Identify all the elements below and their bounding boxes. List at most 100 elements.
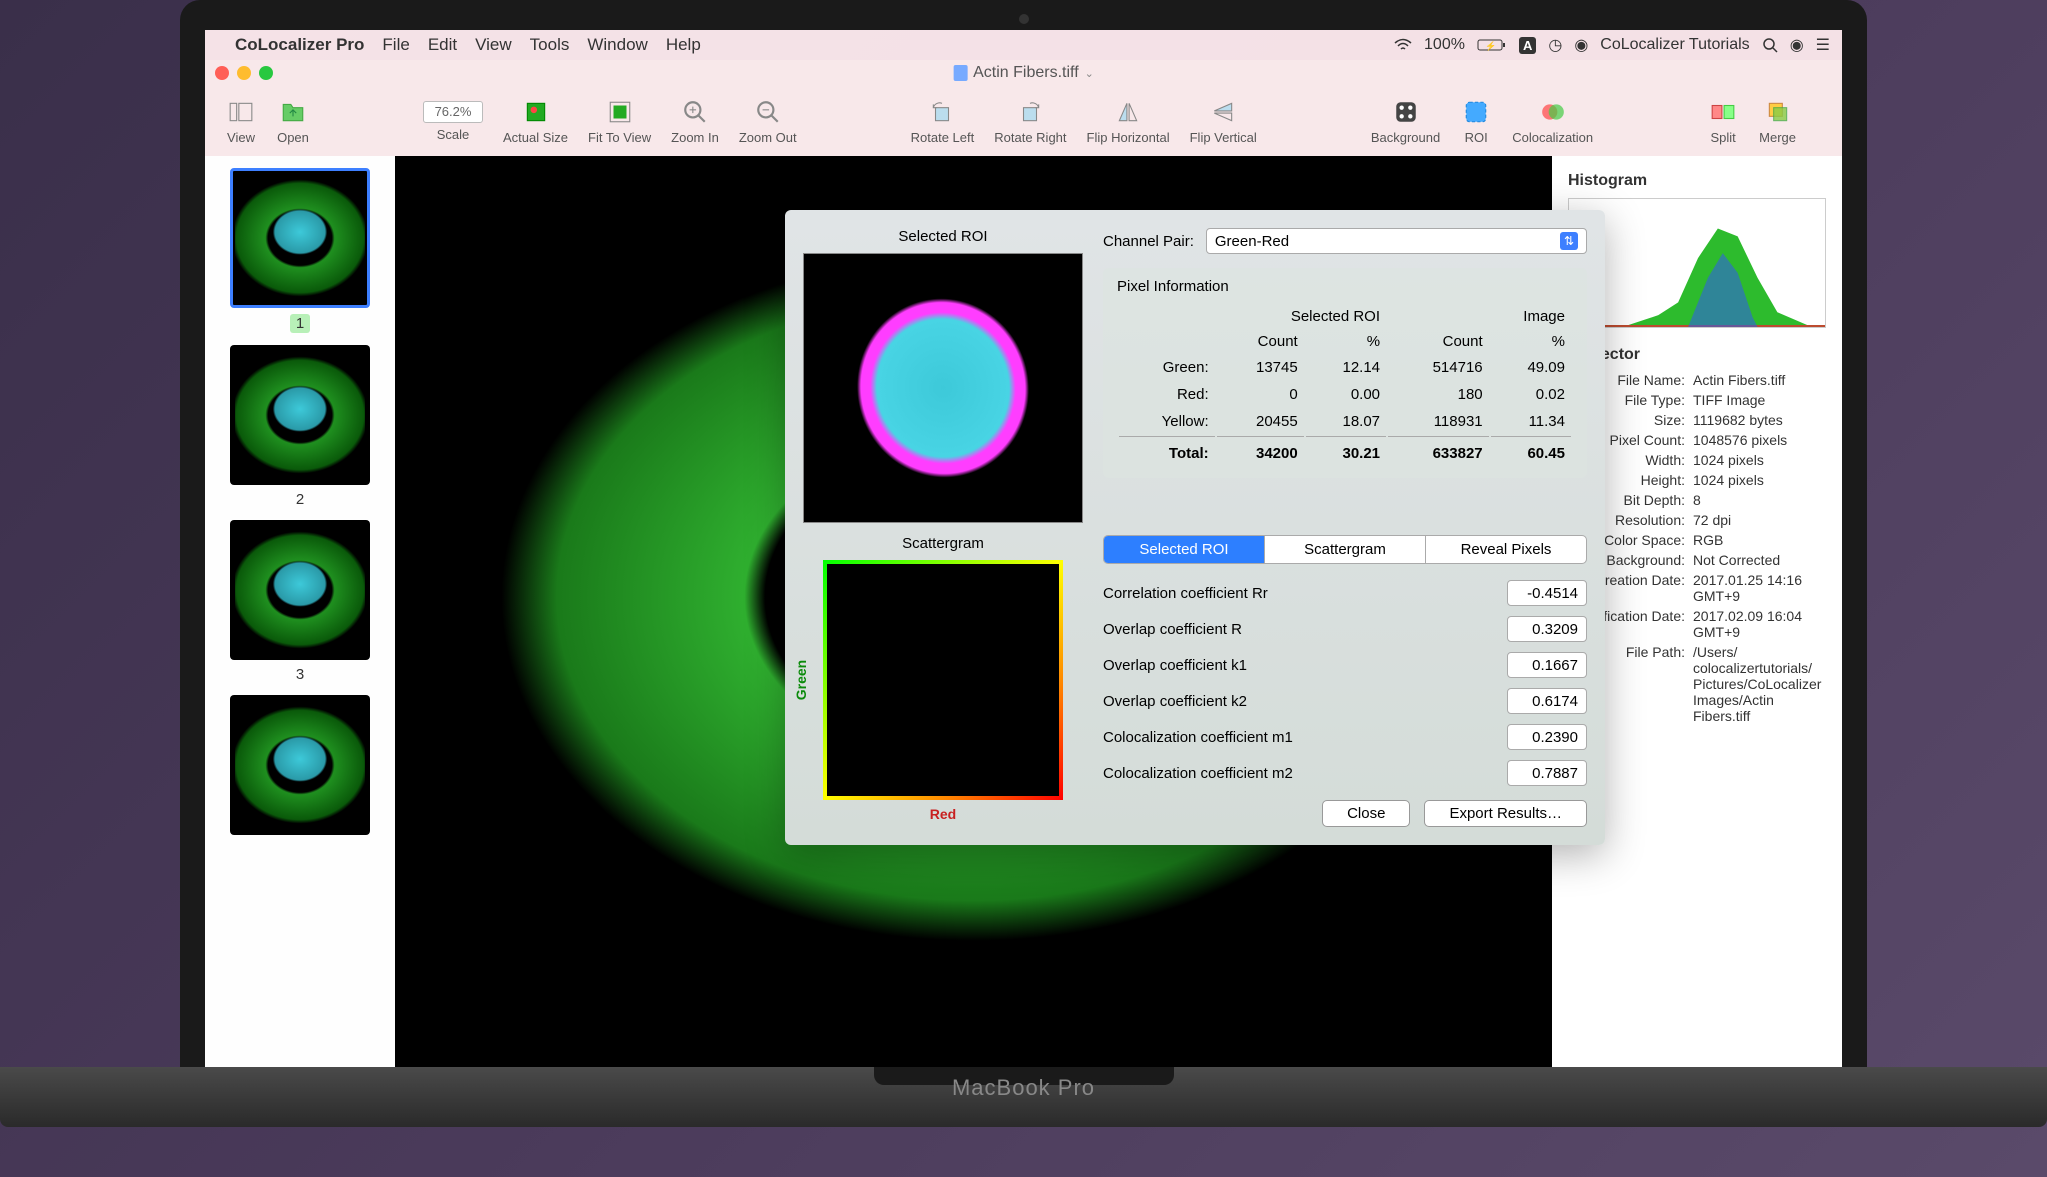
inspector-value: 1024 pixels [1693, 472, 1826, 488]
inspector-row: File Path:/Users/ colocalizertutorials/ … [1568, 644, 1826, 724]
inspector-row: Resolution:72 dpi [1568, 512, 1826, 528]
inspector-value: TIFF Image [1693, 392, 1826, 408]
pixel-row: Green:1374512.1451471649.09 [1119, 355, 1571, 380]
inspector-row: File Type:TIFF Image [1568, 392, 1826, 408]
pixel-information-box: Pixel Information Selected ROIImage Coun… [1103, 268, 1587, 478]
coefficient-row: Overlap coefficient k20.6174 [1103, 688, 1587, 714]
selected-roi-title: Selected ROI [803, 228, 1083, 245]
histogram-title: Histogram [1568, 172, 1826, 190]
clock-icon[interactable]: ◷ [1548, 35, 1562, 55]
menu-window[interactable]: Window [587, 35, 647, 55]
export-results-button[interactable]: Export Results… [1424, 800, 1587, 827]
input-source-badge[interactable]: A [1519, 37, 1536, 54]
thumbnail-4[interactable] [230, 695, 370, 835]
channel-pair-select[interactable]: Green-Red ⇅ [1206, 228, 1587, 254]
window-minimize-button[interactable] [237, 66, 251, 80]
channel-pair-label: Channel Pair: [1103, 233, 1194, 250]
inspector-value: 2017.02.09 16:04 GMT+9 [1693, 608, 1826, 640]
tab-selected-roi[interactable]: Selected ROI [1104, 536, 1265, 563]
inspector-row: Width:1024 pixels [1568, 452, 1826, 468]
scatter-y-axis-label: Green [793, 660, 809, 700]
roi-button[interactable]: ROI [1452, 94, 1500, 149]
zoom-in-button[interactable]: Zoom In [663, 94, 727, 149]
thumbnail-2[interactable]: 2 [230, 345, 370, 508]
inspector-value: 8 [1693, 492, 1826, 508]
app-name[interactable]: CoLocalizer Pro [235, 35, 364, 55]
select-arrow-icon: ⇅ [1560, 232, 1578, 250]
open-button[interactable]: Open [269, 94, 317, 149]
menubar: CoLocalizer Pro File Edit View Tools Win… [205, 30, 1842, 60]
coefficient-row: Overlap coefficient R0.3209 [1103, 616, 1587, 642]
inspector-row: Creation Date:2017.01.25 14:16 GMT+9 [1568, 572, 1826, 604]
window-zoom-button[interactable] [259, 66, 273, 80]
roi-preview [803, 253, 1083, 523]
rotate-right-button[interactable]: Rotate Right [986, 94, 1074, 149]
inspector-row: File Name:Actin Fibers.tiff [1568, 372, 1826, 388]
tutorials-label: CoLocalizer Tutorials [1600, 36, 1749, 54]
toolbar: View Open Scale Actual Size Fit To View … [205, 86, 1842, 156]
menu-help[interactable]: Help [666, 35, 701, 55]
menu-edit[interactable]: Edit [428, 35, 457, 55]
tab-scattergram[interactable]: Scattergram [1265, 536, 1426, 563]
view-button[interactable]: View [217, 94, 265, 149]
coefficient-label: Colocalization coefficient m1 [1103, 729, 1507, 746]
app-status-icon[interactable]: ◉ [1574, 35, 1588, 55]
actual-size-button[interactable]: Actual Size [495, 94, 576, 149]
tab-reveal-pixels[interactable]: Reveal Pixels [1426, 536, 1586, 563]
laptop-base: MacBook Pro [0, 1067, 2047, 1127]
coefficient-label: Correlation coefficient Rr [1103, 585, 1507, 602]
coefficient-label: Overlap coefficient k1 [1103, 657, 1507, 674]
colocalization-button[interactable]: Colocalization [1504, 94, 1601, 149]
coefficient-row: Correlation coefficient Rr-0.4514 [1103, 580, 1587, 606]
spotlight-icon[interactable] [1762, 37, 1778, 53]
inspector-row: Background:Not Corrected [1568, 552, 1826, 568]
inspector-row: Color Space:RGB [1568, 532, 1826, 548]
zoom-out-button[interactable]: Zoom Out [731, 94, 805, 149]
menu-view[interactable]: View [475, 35, 512, 55]
scale-input[interactable] [423, 101, 483, 123]
inspector-row: Size:1119682 bytes [1568, 412, 1826, 428]
merge-button[interactable]: Merge [1751, 94, 1804, 149]
pixel-row: Red:00.001800.02 [1119, 382, 1571, 407]
inspector-row: Pixel Count:1048576 pixels [1568, 432, 1826, 448]
inspector-value: Actin Fibers.tiff [1693, 372, 1826, 388]
inspector-title: Inspector [1568, 346, 1826, 364]
wifi-icon[interactable] [1394, 38, 1412, 52]
menu-file[interactable]: File [382, 35, 409, 55]
coefficient-value: 0.1667 [1507, 652, 1587, 678]
inspector-row: Bit Depth:8 [1568, 492, 1826, 508]
inspector-value: RGB [1693, 532, 1826, 548]
scatter-x-axis-label: Red [803, 806, 1083, 822]
background-button[interactable]: Background [1363, 94, 1448, 149]
titlebar: Actin Fibers.tiff ⌄ [205, 60, 1842, 86]
notification-center-icon[interactable]: ☰ [1816, 35, 1830, 55]
coefficient-label: Colocalization coefficient m2 [1103, 765, 1507, 782]
pixel-info-title: Pixel Information [1117, 278, 1573, 295]
scale-field[interactable]: Scale [415, 97, 491, 146]
coefficient-label: Overlap coefficient R [1103, 621, 1507, 638]
fit-to-view-button[interactable]: Fit To View [580, 94, 659, 149]
histogram-chart [1568, 198, 1826, 328]
result-tabs: Selected ROI Scattergram Reveal Pixels [1103, 535, 1587, 564]
thumbnail-sidebar[interactable]: 1 2 3 [205, 156, 395, 1075]
siri-icon[interactable]: ◉ [1790, 35, 1804, 55]
flip-horizontal-button[interactable]: Flip Horizontal [1079, 94, 1178, 149]
document-dropdown-chevron-icon[interactable]: ⌄ [1085, 67, 1094, 80]
close-button[interactable]: Close [1322, 800, 1410, 827]
battery-icon[interactable]: ⚡ [1477, 38, 1507, 52]
thumbnail-1[interactable]: 1 [230, 168, 370, 333]
rotate-left-button[interactable]: Rotate Left [903, 94, 983, 149]
thumbnail-3[interactable]: 3 [230, 520, 370, 683]
flip-vertical-button[interactable]: Flip Vertical [1182, 94, 1265, 149]
inspector-value: /Users/ colocalizertutorials/ Pictures/C… [1693, 644, 1826, 724]
document-icon [953, 65, 967, 81]
coefficient-value: 0.3209 [1507, 616, 1587, 642]
window-close-button[interactable] [215, 66, 229, 80]
coefficient-value: -0.4514 [1507, 580, 1587, 606]
document-title: Actin Fibers.tiff [973, 64, 1079, 82]
svg-text:⚡: ⚡ [1485, 40, 1496, 52]
inspector-value: 72 dpi [1693, 512, 1826, 528]
split-button[interactable]: Split [1699, 94, 1747, 149]
scattergram-title: Scattergram [803, 535, 1083, 552]
menu-tools[interactable]: Tools [530, 35, 570, 55]
